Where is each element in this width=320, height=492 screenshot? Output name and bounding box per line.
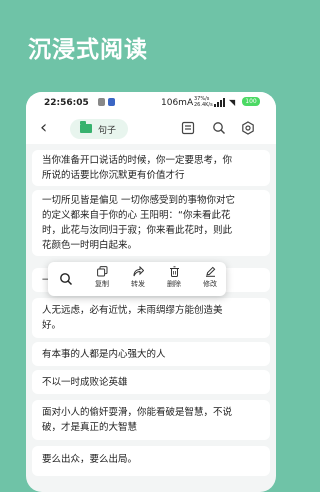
quote-card[interactable]: 要么出众，要么出局。 [32,446,270,476]
document-list-icon[interactable] [181,121,195,135]
search-icon[interactable] [212,121,226,135]
search-icon [60,273,73,286]
quote-line: 人无远虑，必有近忧，未雨绸缪方能创造美 [42,305,223,316]
quote-card[interactable]: 一切所见皆是偏见 一切你感受到的事物你对它 的定义都来自于你的心 王阳明：“你未… [32,190,270,256]
copy-icon [96,266,107,277]
data-rate: 37%/s 26.4K/s [194,96,213,108]
quote-line: 不以一时成败论英雄 [42,377,128,388]
wifi-icon: ◥ [229,98,236,107]
forward-button[interactable]: 转发 [122,266,154,294]
folder-icon [80,121,92,133]
quote-line: 一切所见皆是偏见 一切你感受到的事物你对它 [42,195,236,206]
quote-line: 所说的话要比你沉默更有价值才行 [42,170,185,181]
forward-label: 转发 [131,280,145,288]
quote-card[interactable]: 面对小人的偷奸耍滑，你能看破是智慧，不说 破，才是真正的大智慧 [32,400,270,440]
quote-card[interactable]: 不以一时成败论英雄 [32,370,270,394]
copy-label: 复制 [95,280,109,288]
settings-icon[interactable] [241,121,255,135]
quote-line: 好。 [42,320,62,331]
delete-label: 删除 [167,280,181,288]
quote-card[interactable]: 人无远虑，必有近忧，未雨绸缪方能创造美 好。 [32,298,270,338]
folder-chip[interactable]: 句子 [70,119,128,139]
pencil-icon [205,266,215,277]
copy-button[interactable]: 复制 [86,266,118,294]
quote-card[interactable]: 当你准备开口说话的时候，你一定要思考，你 所说的话要比你沉默更有价值才行 [32,150,270,186]
search-action[interactable] [50,266,82,294]
edit-label: 修改 [203,280,217,288]
trash-icon [169,266,179,277]
app-notification-icon [108,98,115,106]
phone-screen: 22:56:05 106mA 37%/s 26.4K/s ◥ 100 ‹ 句子 [26,92,276,492]
status-time: 22:56:05 [44,98,89,108]
share-arrow-icon [133,266,144,277]
battery-icon: 100 [242,97,260,106]
status-bar: 22:56:05 106mA 37%/s 26.4K/s ◥ 100 [26,92,276,114]
edit-button[interactable]: 修改 [194,266,226,294]
quote-card[interactable]: 有本事的人都是内心强大的人 [32,342,270,366]
quote-line: 要么出众，要么出局。 [42,454,138,465]
quote-line: 花颜色一时明白起来。 [42,240,138,251]
delete-button[interactable]: 删除 [158,266,190,294]
quote-line: 时，此花与汝同归于寂；你来看此花时，则此 [42,225,233,236]
promo-title: 沉浸式阅读 [28,37,148,63]
quote-line: 有本事的人都是内心强大的人 [42,349,166,360]
app-bar: ‹ 句子 [26,114,276,144]
folder-label: 句子 [98,126,117,136]
quote-line: 破，才是真正的大智慧 [42,422,138,433]
back-arrow-icon[interactable]: ‹ [40,117,47,138]
quote-line: 的定义都来自于你的心 王阳明：“你未看此花 [42,210,231,221]
signal-icon [214,98,225,107]
quote-line: 面对小人的偷奸耍滑，你能看破是智慧，不说 [42,407,233,418]
app-notification-icon [98,98,105,106]
data-rate-line: 26.4K/s [194,102,213,108]
quote-line: 当你准备开口说话的时候，你一定要思考，你 [42,155,233,166]
network-label: 106mA [161,98,194,108]
context-menu: 复制 转发 删除 修改 [48,262,226,296]
